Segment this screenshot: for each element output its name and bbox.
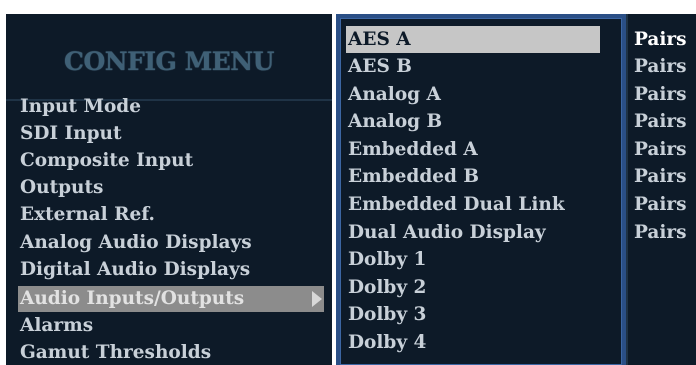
menu-item-external-ref[interactable]: External Ref.	[20, 202, 155, 228]
menu-item-composite-input[interactable]: Composite Input	[20, 148, 193, 174]
value-embedded-dual-link[interactable]: Pairs	[634, 191, 687, 218]
submenu-item-dolby-4[interactable]: Dolby 4	[348, 329, 426, 356]
value-embedded-b[interactable]: Pairs	[634, 163, 687, 190]
submenu-item-dolby-3[interactable]: Dolby 3	[348, 301, 426, 328]
config-menu-title: CONFIG MENU	[64, 47, 274, 76]
submenu-item-aes-b[interactable]: AES B	[348, 53, 412, 80]
menu-item-outputs[interactable]: Outputs	[20, 175, 103, 201]
submenu-item-dolby-2[interactable]: Dolby 2	[348, 274, 426, 301]
menu-item-audio-inputs-outputs[interactable]: Audio Inputs/Outputs	[18, 286, 324, 312]
submenu-item-dolby-1[interactable]: Dolby 1	[348, 246, 426, 273]
config-menu-panel: CONFIG MENU Input Mode SDI Input Composi…	[6, 14, 332, 365]
value-analog-b[interactable]: Pairs	[634, 108, 687, 135]
menu-item-input-mode[interactable]: Input Mode	[20, 94, 141, 120]
submenu-item-analog-a[interactable]: Analog A	[348, 81, 441, 108]
value-aes-a[interactable]: Pairs	[634, 26, 687, 53]
config-menu-screen: CONFIG MENU Input Mode SDI Input Composi…	[0, 0, 696, 365]
submenu-item-analog-b[interactable]: Analog B	[348, 108, 442, 135]
menu-item-sdi-input[interactable]: SDI Input	[20, 121, 122, 147]
submenu-item-dual-audio-display[interactable]: Dual Audio Display	[348, 219, 546, 246]
submenu-item-aes-a[interactable]: AES A	[346, 26, 600, 53]
menu-item-digital-audio-displays[interactable]: Digital Audio Displays	[20, 257, 250, 283]
submenu-item-embedded-b[interactable]: Embedded B	[348, 163, 479, 190]
value-dual-audio-display[interactable]: Pairs	[634, 219, 687, 246]
submenu-values-column: Pairs Pairs Pairs Pairs Pairs Pairs Pair…	[626, 14, 696, 365]
value-embedded-a[interactable]: Pairs	[634, 136, 687, 163]
submenu-item-embedded-a[interactable]: Embedded A	[348, 136, 478, 163]
menu-item-analog-audio-displays[interactable]: Analog Audio Displays	[20, 230, 252, 256]
value-aes-b[interactable]: Pairs	[634, 53, 687, 80]
submenu-item-embedded-dual-link[interactable]: Embedded Dual Link	[348, 191, 565, 218]
menu-item-alarms[interactable]: Alarms	[20, 313, 93, 339]
menu-item-gamut-thresholds[interactable]: Gamut Thresholds	[20, 340, 211, 365]
value-analog-a[interactable]: Pairs	[634, 81, 687, 108]
audio-inputs-submenu: AES A AES B Analog A Analog B Embedded A…	[336, 14, 626, 365]
